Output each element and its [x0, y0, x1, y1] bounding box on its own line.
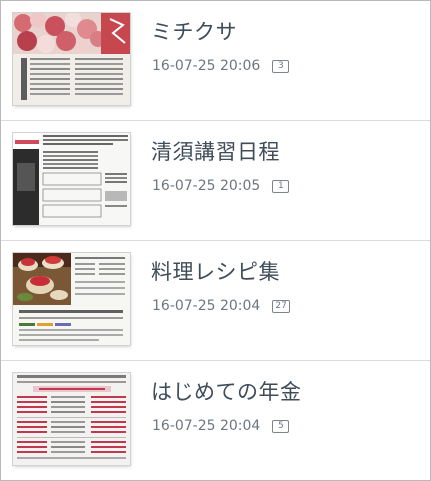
document-meta: 16-07-25 20:04 5: [152, 418, 290, 434]
document-list: ミチクサ 16-07-25 20:06 3 清須講習日程 16-07-25 20…: [1, 1, 430, 480]
list-item[interactable]: 料理レシピ集 16-07-25 20:04 27: [1, 241, 430, 361]
thumbnail-image: [13, 13, 130, 105]
document-date: 16-07-25 20:04: [152, 298, 261, 314]
app-frame: ミチクサ 16-07-25 20:06 3 清須講習日程 16-07-25 20…: [0, 0, 431, 481]
list-item[interactable]: ミチクサ 16-07-25 20:06 3: [1, 1, 430, 121]
page-count-badge: 3: [272, 59, 290, 73]
document-date: 16-07-25 20:05: [152, 178, 261, 194]
document-meta: 16-07-25 20:05 1: [152, 178, 290, 194]
recipe-page-thumbnail: [13, 253, 130, 345]
document-title: はじめての年金: [151, 380, 302, 404]
list-item[interactable]: はじめての年金 16-07-25 20:04 5: [1, 361, 430, 480]
document-title: 料理レシピ集: [151, 260, 280, 284]
magazine-page-thumbnail: [13, 13, 130, 105]
document-date: 16-07-25 20:06: [152, 58, 261, 74]
thumbnail-image: [13, 373, 130, 465]
tablet-class-schedule-thumbnail: [13, 133, 130, 225]
document-title: ミチクサ: [151, 20, 237, 44]
thumbnail-image: [13, 133, 130, 225]
list-item[interactable]: 清須講習日程 16-07-25 20:05 1: [1, 121, 430, 241]
document-date: 16-07-25 20:04: [152, 418, 261, 434]
document-title: 清須講習日程: [151, 140, 280, 164]
document-meta: 16-07-25 20:06 3: [152, 58, 290, 74]
pension-table-thumbnail: [13, 373, 130, 465]
page-count-badge: 1: [272, 179, 290, 193]
page-count-badge: 27: [272, 299, 290, 313]
page-count-badge: 5: [272, 419, 290, 433]
thumbnail-image: [13, 253, 130, 345]
document-meta: 16-07-25 20:04 27: [152, 298, 290, 314]
